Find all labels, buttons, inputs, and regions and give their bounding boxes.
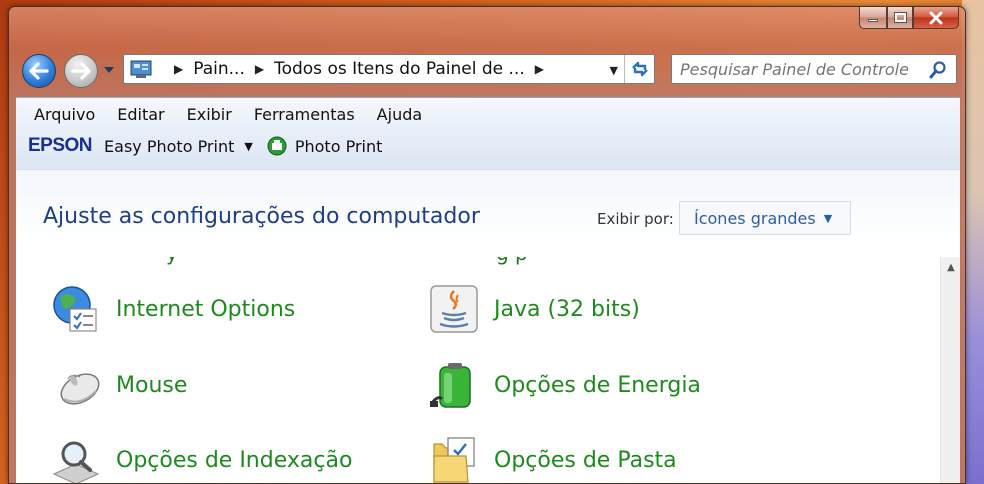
navigation-row: ▶ Pain... ▶ Todos os Itens do Painel de …	[9, 51, 965, 89]
breadcrumb-item[interactable]: Pain...	[193, 59, 245, 79]
list-item[interactable]: Opções de Energia	[428, 357, 701, 413]
arrow-right-icon	[71, 62, 91, 80]
photo-print-button[interactable]: Photo Print	[295, 137, 383, 156]
clipped-item-label: y	[166, 257, 206, 267]
caption-buttons	[859, 7, 959, 29]
scroll-up-button[interactable]: ▲	[941, 257, 961, 277]
menu-item-exibir[interactable]: Exibir	[187, 105, 232, 124]
recent-pages-button[interactable]	[103, 65, 115, 75]
list-item[interactable]: Java (32 bits)	[428, 281, 640, 337]
breadcrumb-separator[interactable]: ▶	[255, 62, 264, 76]
content-header: Ajuste as configurações do computador Ex…	[16, 169, 960, 247]
item-label: Opções de Pasta	[494, 447, 677, 473]
maximize-button[interactable]	[887, 7, 913, 29]
mouse-icon	[60, 373, 100, 405]
refresh-icon	[631, 61, 648, 77]
indexing-icon	[52, 441, 100, 483]
minimize-button[interactable]	[859, 7, 887, 29]
list-item[interactable]: Internet Options	[50, 281, 295, 337]
page-title: Ajuste as configurações do computador	[43, 204, 480, 229]
content-area: Ajuste as configurações do computador Ex…	[16, 169, 961, 483]
battery-icon	[430, 363, 471, 408]
list-item[interactable]: Opções de Pasta	[428, 432, 677, 483]
toolbars: Arquivo Editar Exibir Ferramentas Ajuda …	[16, 97, 960, 169]
chevron-down-icon	[104, 67, 114, 73]
view-by-dropdown[interactable]: Ícones grandes ▼	[679, 201, 851, 235]
menu-item-editar[interactable]: Editar	[117, 105, 164, 124]
chevron-down-icon: ▼	[823, 211, 833, 225]
forward-button[interactable]	[64, 54, 98, 88]
list-item[interactable]: Mouse	[50, 357, 187, 413]
internet-options-icon	[53, 286, 97, 332]
item-label: Opções de Indexação	[116, 447, 353, 473]
java-icon	[430, 285, 478, 333]
folder-options-icon	[433, 437, 475, 483]
list-item[interactable]: Opções de Indexação	[50, 432, 353, 483]
easy-photo-print-button[interactable]: Easy Photo Print	[104, 137, 234, 156]
search-input[interactable]	[680, 59, 920, 79]
item-label: Internet Options	[116, 296, 296, 322]
menu-item-ajuda[interactable]: Ajuda	[377, 105, 423, 124]
refresh-button[interactable]	[624, 55, 654, 83]
view-by-label: Exibir por:	[597, 210, 674, 228]
search-icon[interactable]	[928, 60, 948, 80]
easy-photo-print-dropdown[interactable]: ▼	[244, 140, 252, 153]
close-icon	[929, 11, 943, 24]
address-bar[interactable]: ▶ Pain... ▶ Todos os Itens do Painel de …	[123, 54, 655, 84]
address-dropdown-button[interactable]: ▼	[610, 64, 618, 77]
back-button[interactable]	[22, 54, 56, 88]
epson-command-bar: EPSON Easy Photo Print ▼ Photo Print	[16, 130, 960, 162]
photo-print-icon	[267, 136, 287, 156]
item-label: Java (32 bits)	[494, 296, 640, 322]
arrow-left-icon	[29, 62, 49, 80]
view-by-value: Ícones grandes	[694, 208, 816, 228]
maximize-icon	[893, 12, 907, 23]
item-label: Opções de Energia	[494, 372, 701, 398]
control-panel-items: y g p Internet Options	[16, 257, 940, 483]
epson-logo: EPSON	[28, 135, 93, 156]
minimize-icon	[868, 19, 878, 22]
menu-bar: Arquivo Editar Exibir Ferramentas Ajuda	[16, 98, 960, 130]
close-button[interactable]	[913, 7, 959, 29]
breadcrumb-item[interactable]: Todos os Itens do Painel de ...	[274, 59, 525, 79]
menu-item-arquivo[interactable]: Arquivo	[34, 105, 95, 124]
clipped-item-label: g p	[496, 257, 626, 267]
breadcrumb-separator[interactable]: ▶	[174, 62, 183, 76]
control-panel-window: ▶ Pain... ▶ Todos os Itens do Painel de …	[8, 6, 966, 484]
search-box[interactable]	[671, 54, 957, 84]
vertical-scrollbar[interactable]: ▲	[940, 257, 961, 483]
control-panel-icon	[130, 60, 152, 78]
menu-item-ferramentas[interactable]: Ferramentas	[254, 105, 355, 124]
breadcrumb-separator[interactable]: ▶	[535, 62, 544, 76]
item-label: Mouse	[116, 372, 188, 398]
